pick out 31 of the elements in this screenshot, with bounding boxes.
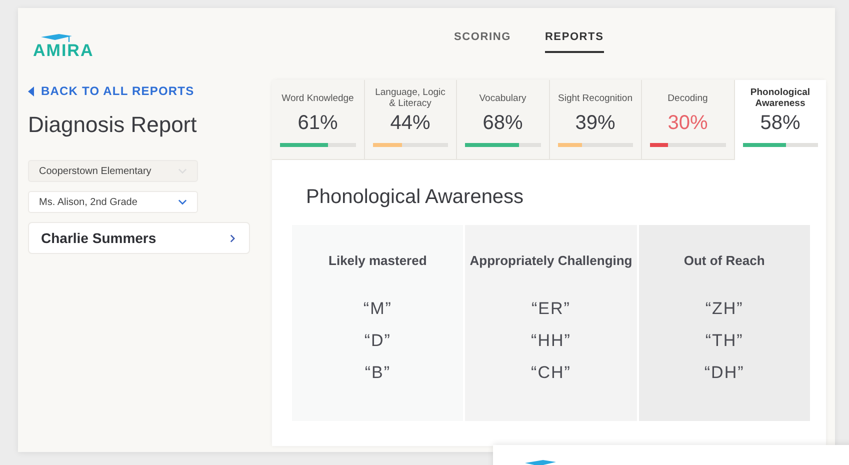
skill-tab[interactable]: Language, Logic & Literacy 44%: [364, 80, 457, 160]
column-heading: Out of Reach: [684, 252, 765, 270]
skill-tab[interactable]: Vocabulary 68%: [457, 80, 550, 160]
column-heading: Likely mastered: [328, 252, 427, 270]
graduation-cap-icon: [39, 33, 73, 43]
phoneme: “M”: [363, 298, 392, 320]
skill-tab[interactable]: Word Knowledge 61%: [272, 80, 364, 160]
page-title: Diagnosis Report: [28, 112, 198, 138]
logo: AMIRA: [33, 33, 94, 59]
graduation-cap-icon: [523, 459, 557, 465]
chevron-right-icon: [230, 234, 235, 242]
chevron-down-icon: [178, 199, 187, 205]
phoneme: “ZH”: [705, 298, 744, 320]
column-heading: Appropriately Challenging: [470, 252, 632, 270]
back-arrow-icon: [28, 86, 34, 96]
phoneme: “TH”: [705, 330, 744, 352]
skill-tab[interactable]: Sight Recognition 39%: [550, 80, 642, 160]
skill-tab[interactable]: Phonological Awareness 58%: [734, 80, 826, 160]
phoneme: “HH”: [531, 330, 571, 352]
nav-tab[interactable]: SCORING: [454, 31, 511, 53]
student-card[interactable]: Charlie Summers: [28, 222, 250, 254]
phoneme: “B”: [364, 362, 390, 384]
back-link[interactable]: BACK TO ALL REPORTS: [28, 84, 272, 98]
section-title: Phonological Awareness: [306, 186, 525, 209]
skill-tab[interactable]: Decoding 30%: [642, 80, 734, 160]
phoneme: “D”: [364, 330, 391, 352]
dropdown[interactable]: Ms. Alison, 2nd Grade: [28, 191, 198, 213]
phoneme: “DH”: [704, 362, 744, 384]
nav-tab[interactable]: REPORTS: [544, 31, 604, 53]
phoneme: “ER”: [532, 298, 570, 320]
phoneme: “CH”: [531, 362, 571, 384]
